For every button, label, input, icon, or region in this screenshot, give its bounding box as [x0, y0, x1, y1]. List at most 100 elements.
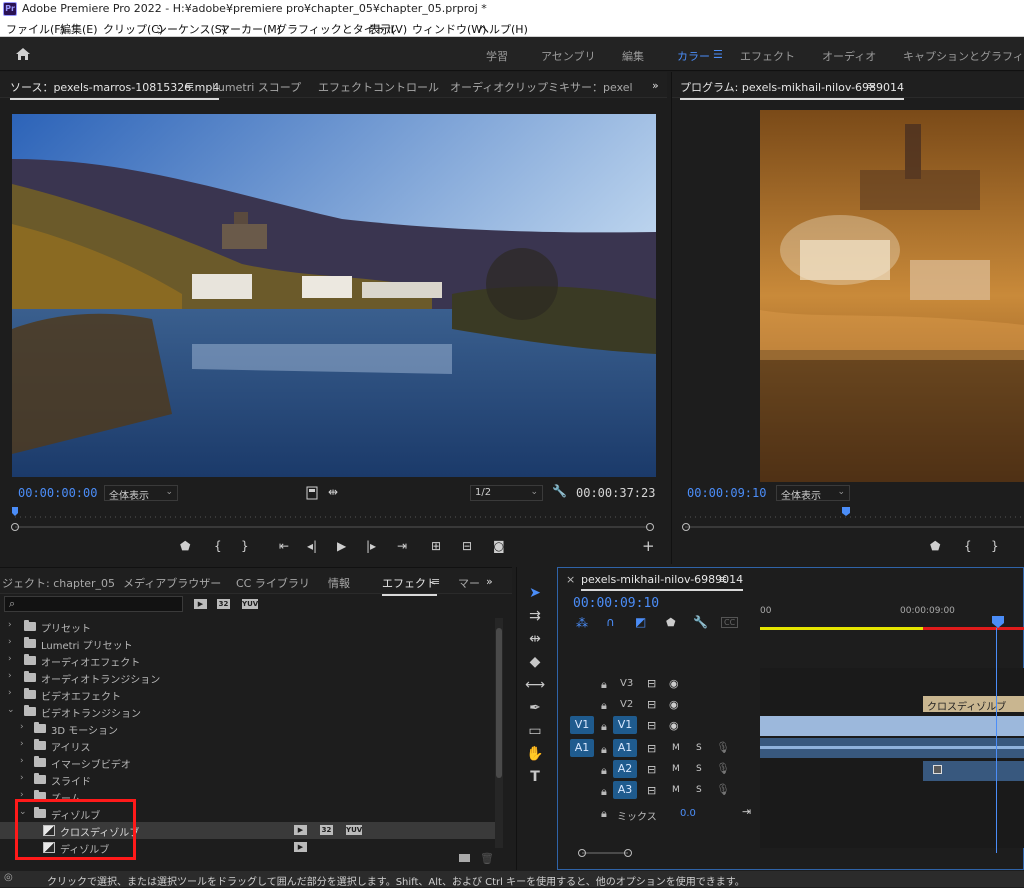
- tree-item-iris[interactable]: › アイリス: [0, 737, 495, 754]
- program-zoom-dropdown[interactable]: 全体表示 ⌄: [776, 485, 850, 502]
- tree-item-slide[interactable]: › スライド: [0, 771, 495, 788]
- tree-item-presets[interactable]: › プリセット: [0, 618, 495, 635]
- captions-cc-icon[interactable]: CC: [721, 617, 739, 628]
- tree-item-audio-effects[interactable]: › オーディオエフェクト: [0, 652, 495, 669]
- hand-tool-icon[interactable]: ✋: [524, 744, 546, 764]
- eye-icon[interactable]: ◉: [669, 698, 679, 711]
- tree-item-zoom[interactable]: › ズーム: [0, 788, 495, 799]
- mute-button[interactable]: M: [672, 764, 680, 774]
- add-marker-icon[interactable]: ⬟: [666, 616, 676, 629]
- source-zoom-dropdown[interactable]: 全体表示 ⌄: [104, 485, 178, 502]
- timeline-zoom-scrollbar[interactable]: [568, 848, 748, 858]
- tab-cc-libraries[interactable]: CC ライブラリ: [236, 575, 310, 591]
- effects-search-input[interactable]: ⌕: [4, 596, 183, 612]
- slip-tool-icon[interactable]: ⟷: [524, 675, 546, 695]
- workspace-learn[interactable]: 学習: [486, 48, 508, 64]
- effects-tab-menu-icon[interactable]: ≡: [431, 575, 440, 588]
- timeline-track-area[interactable]: クロスディゾルブ: [760, 628, 1024, 853]
- cross-dissolve-clip[interactable]: クロスディゾルブ: [923, 696, 1024, 713]
- tab-effects[interactable]: エフェクト: [382, 575, 437, 596]
- nest-sequence-icon[interactable]: ⁂: [576, 616, 588, 630]
- snap-magnet-icon[interactable]: ∩: [606, 615, 615, 629]
- track-label-v2[interactable]: V2: [620, 699, 633, 710]
- go-to-in-icon[interactable]: ⇤: [279, 539, 289, 553]
- menu-clip[interactable]: クリップ(C): [103, 21, 163, 37]
- tree-item-immersive-video[interactable]: › イマーシブビデオ: [0, 754, 495, 771]
- v1-video-clip[interactable]: [760, 716, 1024, 736]
- solo-button[interactable]: S: [696, 764, 702, 774]
- workspace-edit[interactable]: 編集: [622, 48, 644, 64]
- rectangle-tool-icon[interactable]: ▭: [524, 721, 546, 741]
- sync-lock-icon[interactable]: ⊟: [647, 763, 656, 776]
- add-marker-icon[interactable]: ⬟: [180, 539, 190, 553]
- menu-view[interactable]: 表示(V): [369, 21, 407, 37]
- effects-scrollbar[interactable]: [495, 618, 503, 848]
- source-resolution-dropdown[interactable]: 1/2 ⌄: [470, 485, 543, 501]
- trash-icon[interactable]: 🗑: [480, 852, 494, 865]
- lock-icon[interactable]: 🔒︎: [601, 720, 607, 734]
- microphone-icon[interactable]: 🎙︎: [716, 741, 730, 754]
- timeline-settings-wrench-icon[interactable]: 🔧: [693, 615, 708, 629]
- tree-item-video-effects[interactable]: › ビデオエフェクト: [0, 686, 495, 703]
- microphone-icon[interactable]: 🎙︎: [716, 783, 730, 796]
- mute-button[interactable]: M: [672, 785, 680, 795]
- lock-icon[interactable]: 🔒︎: [601, 743, 607, 757]
- track-target-v1[interactable]: V1: [613, 716, 637, 734]
- lock-icon[interactable]: 🔒︎: [601, 699, 607, 713]
- tree-item-lumetri-presets[interactable]: › Lumetri プリセット: [0, 635, 495, 652]
- mark-out-icon[interactable]: }: [241, 539, 249, 553]
- new-bin-icon[interactable]: [459, 854, 470, 862]
- eye-icon[interactable]: ◉: [669, 677, 679, 690]
- program-mark-in-icon[interactable]: {: [964, 539, 972, 553]
- 32bit-filter-icon[interactable]: 32: [217, 599, 230, 609]
- track-target-a1[interactable]: A1: [613, 739, 637, 757]
- source-playhead-timecode[interactable]: 00:00:00:00: [18, 486, 97, 500]
- close-sequence-icon[interactable]: ×: [566, 573, 575, 586]
- lock-icon[interactable]: 🔒︎: [601, 807, 607, 821]
- sync-lock-icon[interactable]: ⊟: [647, 698, 656, 711]
- tree-item-video-transitions[interactable]: ⌄ ビデオトランジション: [0, 703, 495, 720]
- timeline-timecode[interactable]: 00:00:09:10: [573, 596, 659, 611]
- step-forward-icon[interactable]: |▸: [366, 539, 376, 553]
- tab-project[interactable]: ジェクト: chapter_05: [2, 575, 115, 591]
- tab-lumetri-scopes[interactable]: Lumetri スコープ: [212, 79, 301, 95]
- microphone-icon[interactable]: 🎙︎: [716, 762, 730, 775]
- program-add-marker-icon[interactable]: ⬟: [930, 539, 940, 553]
- settings-export-frame-icon[interactable]: [306, 486, 318, 500]
- ripple-edit-tool-icon[interactable]: ⇹: [524, 629, 546, 649]
- insert-icon[interactable]: ⊞: [431, 539, 441, 553]
- tree-item-3d-motion[interactable]: › 3D モーション: [0, 720, 495, 737]
- tab-info[interactable]: 情報: [328, 575, 350, 591]
- home-icon[interactable]: [15, 47, 31, 61]
- track-select-tool-icon[interactable]: ⇉: [524, 606, 546, 626]
- track-target-a2[interactable]: A2: [613, 760, 637, 778]
- wrench-settings-icon[interactable]: 🔧: [552, 484, 567, 498]
- workspace-menu-icon[interactable]: ☰: [713, 48, 723, 61]
- razor-tool-icon[interactable]: ◆: [524, 652, 546, 672]
- menu-help[interactable]: ヘルプ(H): [478, 21, 528, 37]
- menu-edit[interactable]: 編集(E): [60, 21, 98, 37]
- source-tab-menu-icon[interactable]: ≡: [185, 79, 194, 92]
- mix-volume-value[interactable]: 0.0: [680, 808, 696, 819]
- a1-audio-clip[interactable]: [760, 738, 1024, 758]
- type-tool-icon[interactable]: T: [524, 767, 546, 787]
- tab-media-browser[interactable]: メディアブラウザー: [123, 575, 221, 591]
- program-tab-menu-icon[interactable]: ≡: [867, 79, 876, 92]
- track-label-v3[interactable]: V3: [620, 678, 633, 689]
- scrollbar-thumb[interactable]: [496, 628, 502, 778]
- timeline-ruler[interactable]: 00 00:00:09:00: [760, 600, 1024, 632]
- insert-drag-icon[interactable]: ⇹: [328, 485, 338, 499]
- menu-sequence[interactable]: シーケンス(S): [156, 21, 226, 37]
- tab-audio-clip-mixer[interactable]: オーディオクリップミキサー：pexels-mikhai: [450, 79, 632, 95]
- source-time-ruler[interactable]: [8, 507, 658, 533]
- workspace-captions-graphics[interactable]: キャプションとグラフィック: [903, 48, 1024, 64]
- timeline-tab-menu-icon[interactable]: ≡: [718, 573, 727, 586]
- sync-lock-icon[interactable]: ⊟: [647, 719, 656, 732]
- play-icon[interactable]: ▶: [337, 539, 346, 553]
- workspace-color[interactable]: カラー: [677, 48, 710, 64]
- camera-export-frame-icon[interactable]: ◙: [493, 539, 505, 553]
- mute-button[interactable]: M: [672, 743, 680, 753]
- menu-window[interactable]: ウィンドウ(W): [412, 21, 486, 37]
- lock-icon[interactable]: 🔒︎: [601, 678, 607, 692]
- tab-effect-controls[interactable]: エフェクトコントロール: [318, 79, 439, 95]
